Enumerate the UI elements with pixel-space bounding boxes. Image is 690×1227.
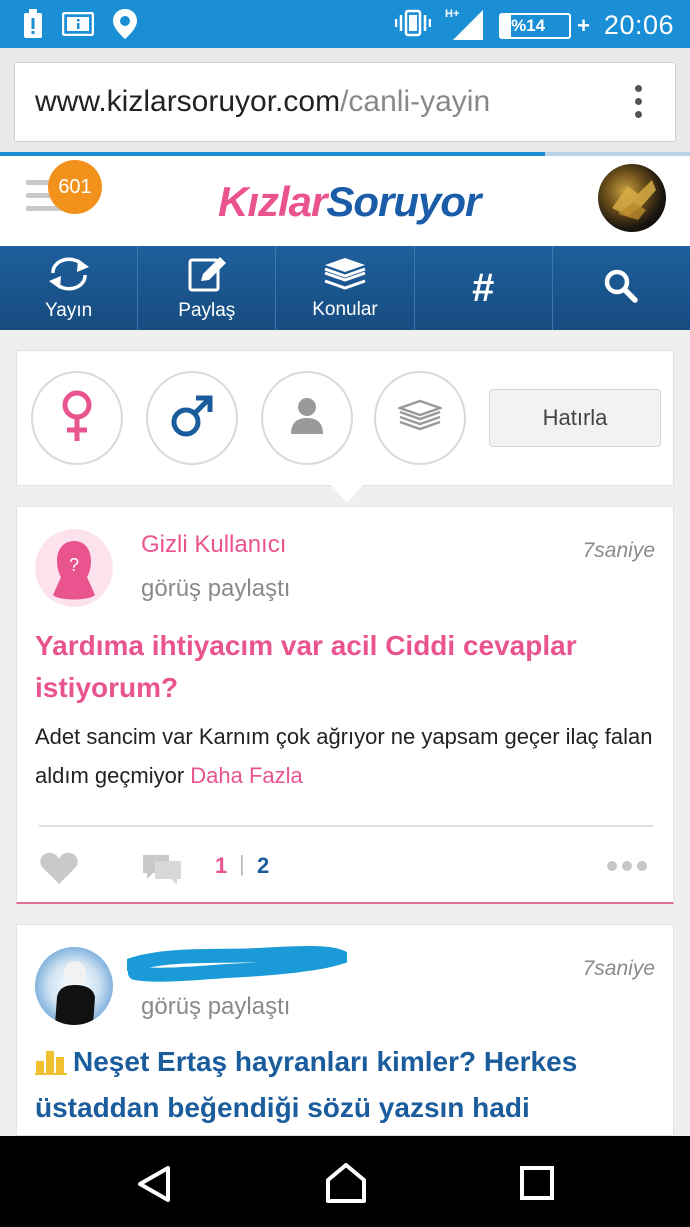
post-title[interactable]: Neşet Ertaş hayranları kimler? Herkes üs… <box>35 1041 655 1129</box>
count-b: 2 <box>257 853 270 878</box>
hashtag-icon: # <box>472 265 495 310</box>
site-header: 601 KızlarSoruyor <box>0 156 690 246</box>
female-icon <box>57 389 97 448</box>
battery-level: %14 <box>511 15 546 35</box>
post-username[interactable]: Gizli Kullanıcı <box>141 531 286 559</box>
battery-alert-icon <box>22 9 44 44</box>
svg-text:?: ? <box>69 555 79 575</box>
nav-hashtag[interactable]: # <box>415 246 553 330</box>
site-logo[interactable]: KızlarSoruyor <box>218 178 481 226</box>
post-action: görüş paylaştı <box>141 575 291 602</box>
post-title-text: Neşet Ertaş hayranları kimler? Herkes üs… <box>35 1046 578 1123</box>
home-icon[interactable] <box>324 1162 368 1209</box>
signal-icon: H+ <box>445 6 485 45</box>
nav-paylas-label: Paylaş <box>178 299 236 321</box>
filter-person-button[interactable] <box>261 371 353 465</box>
info-card-icon <box>61 11 95 41</box>
back-icon[interactable] <box>134 1164 174 1209</box>
redacted-username <box>124 943 361 988</box>
logo-part-3: oruyor <box>353 178 481 225</box>
logo-part-1: Kızlar <box>218 178 327 225</box>
anonymous-avatar[interactable]: ? <box>35 529 113 607</box>
refresh-icon <box>45 255 93 298</box>
more-options-icon[interactable] <box>607 861 647 871</box>
filter-topics-button[interactable] <box>374 371 466 465</box>
divider <box>39 825 653 827</box>
url-domain: www.kizlarsoruyor.com <box>35 85 341 118</box>
post-title[interactable]: Yardıma ihtiyacım var acil Ciddi cevapla… <box>35 625 655 709</box>
search-icon <box>603 268 639 309</box>
notification-badge[interactable]: 601 <box>48 160 102 214</box>
clock: 20:06 <box>603 10 674 40</box>
filter-male-button[interactable] <box>146 371 238 465</box>
recents-icon[interactable] <box>518 1164 556 1207</box>
system-nav-bar <box>0 1136 690 1227</box>
vibrate-icon <box>394 9 432 42</box>
remember-button[interactable]: Hatırla <box>489 389 661 447</box>
post-action: görüş paylaştı <box>141 993 291 1020</box>
network-type-label: H+ <box>445 8 459 20</box>
nav-search[interactable] <box>553 246 690 330</box>
url-bar[interactable]: www.kizlarsoruyor.com/canli-yayin <box>14 62 676 142</box>
person-icon <box>289 397 325 440</box>
user-avatar[interactable] <box>598 164 666 232</box>
url-path: /canli-yayin <box>340 85 491 118</box>
user-avatar-post[interactable] <box>35 947 113 1025</box>
nav-paylas[interactable]: Paylaş <box>138 246 277 330</box>
count-separator: | <box>239 851 245 876</box>
post-body-text: Adet sancim var Karnım çok ağrıyor ne ya… <box>35 724 653 788</box>
post-body: Adet sancim var Karnım çok ağrıyor ne ya… <box>35 717 655 795</box>
panel-pointer <box>331 485 363 503</box>
battery-icon: %14 <box>499 12 572 39</box>
nav-yayin[interactable]: Yayın <box>0 246 139 330</box>
comments-icon[interactable] <box>141 853 183 890</box>
post-actions: 1 | 2 <box>39 847 653 887</box>
stack-icon <box>322 256 368 297</box>
location-pin-icon <box>112 8 138 45</box>
filter-panel: Hatırla <box>16 350 674 503</box>
nav-yayin-label: Yayın <box>45 299 93 321</box>
post-card[interactable]: görüş paylaştı 7saniye Neşet Ertaş hayra… <box>16 924 674 1136</box>
edit-icon <box>187 255 227 298</box>
logo-part-2: S <box>326 178 354 225</box>
status-bar: H+ %14 + 20:06 <box>0 0 690 48</box>
battery-charging-plus: + <box>577 12 590 38</box>
post-time: 7saniye <box>582 539 655 562</box>
main-nav: Yayın Paylaş Konular # <box>0 246 690 330</box>
post-time: 7saniye <box>582 957 655 980</box>
count-a: 1 <box>215 853 228 878</box>
poll-icon <box>35 1045 67 1087</box>
stack-icon <box>396 399 444 438</box>
heart-icon[interactable] <box>39 851 79 890</box>
browser-toolbar: www.kizlarsoruyor.com/canli-yayin <box>0 48 690 156</box>
post-card[interactable]: ? Gizli Kullanıcı görüş paylaştı 7saniye… <box>16 506 674 904</box>
overflow-menu-icon[interactable] <box>635 85 643 124</box>
read-more-link[interactable]: Daha Fazla <box>190 763 303 788</box>
nav-konular[interactable]: Konular <box>276 246 415 330</box>
male-icon <box>168 392 216 445</box>
filter-female-button[interactable] <box>31 371 123 465</box>
nav-konular-label: Konular <box>312 298 378 320</box>
